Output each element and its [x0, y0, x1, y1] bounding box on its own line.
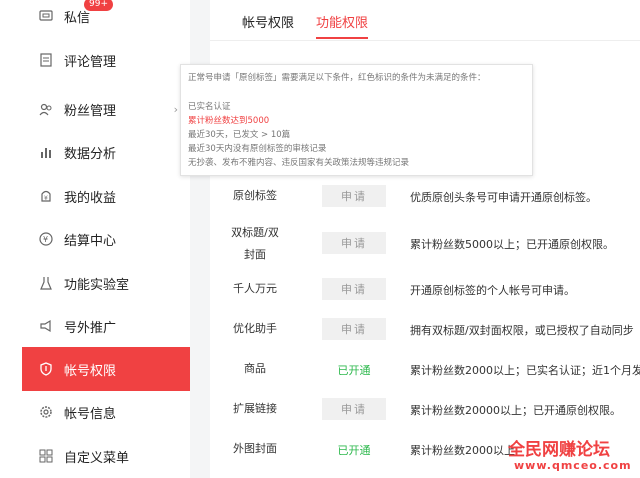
tab-account-permissions[interactable]: 帐号权限 — [242, 12, 294, 31]
watermark-url: www.qmceo.com — [514, 459, 632, 472]
shield-icon — [38, 361, 54, 377]
sidebar-item-label: 帐号权限 — [64, 363, 117, 379]
tooltip-condition: 无抄袭、发布不雅内容、违反国家有关政策法规等违规记录 — [188, 158, 410, 168]
row-name: 外图封面 — [233, 442, 277, 455]
fans-icon — [38, 101, 54, 117]
row-name: 封面 — [244, 248, 266, 261]
gear-icon — [38, 404, 54, 420]
sidebar-item-label: 功能实验室 — [64, 277, 130, 293]
sidebar-item-label: 号外推广 — [64, 320, 117, 336]
row-desc: 累计粉丝数2000以上；已实名认证；近1个月发 — [410, 364, 640, 377]
bar-chart-icon — [38, 144, 54, 160]
tooltip-condition: 已实名认证 — [188, 102, 231, 112]
svg-text:¥: ¥ — [43, 235, 48, 244]
yen-icon: ¥ — [38, 231, 54, 247]
sidebar-item-fans[interactable]: 粉丝管理 › — [22, 87, 190, 131]
sidebar-item-label: 粉丝管理 — [64, 103, 117, 119]
sidebar-item-account-info[interactable]: 帐号信息 — [22, 390, 190, 434]
sidebar-item-settlement[interactable]: ¥ 结算中心 — [22, 217, 190, 261]
active-tab-indicator — [316, 37, 368, 39]
sidebar-item-messages[interactable]: 私信 99+ — [22, 0, 190, 38]
sidebar-item-analytics[interactable]: 数据分析 — [22, 130, 190, 174]
sidebar-item-income[interactable]: ¥ 我的收益 — [22, 174, 190, 218]
apply-button[interactable]: 申请 — [322, 398, 386, 420]
sidebar-item-label: 结算中心 — [64, 233, 117, 249]
sidebar-item-label: 自定义菜单 — [64, 450, 130, 466]
apply-button[interactable]: 申请 — [322, 318, 386, 340]
sidebar-item-label: 数据分析 — [64, 146, 117, 162]
row-name: 商品 — [244, 362, 266, 375]
comment-icon — [38, 52, 54, 68]
row-name: 原创标签 — [233, 189, 277, 202]
row-name: 优化助手 — [233, 322, 277, 335]
sidebar-item-label: 帐号信息 — [64, 406, 117, 422]
apply-button[interactable]: 申请 — [322, 185, 386, 207]
megaphone-icon — [38, 318, 54, 334]
flask-icon — [38, 275, 54, 291]
watermark-title: 全民网赚论坛 — [508, 440, 610, 460]
row-desc: 开通原创标签的个人帐号可申请。 — [410, 284, 575, 297]
chevron-right-icon: › — [173, 102, 178, 116]
row-desc: 累计粉丝数20000以上；已开通原创权限。 — [410, 404, 621, 417]
apply-button[interactable]: 申请 — [322, 278, 386, 300]
svg-text:¥: ¥ — [44, 195, 48, 202]
tooltip-condition: 最近30天内没有原创标签的审核记录 — [188, 144, 327, 154]
sidebar-item-comments[interactable]: 评论管理 — [22, 38, 190, 82]
row-desc: 优质原创头条号可申请开通原创标签。 — [410, 191, 597, 204]
tooltip-condition-unmet: 累计粉丝数达到5000 — [188, 116, 270, 126]
sidebar-item-custom-menu[interactable]: 自定义菜单 — [22, 434, 190, 478]
row-desc: 拥有双标题/双封面权限，或已授权了自动同步 — [410, 324, 634, 337]
tooltip-condition: 最近30天，已发文 > 10篇 — [188, 130, 291, 140]
opened-status: 已开通 — [337, 364, 371, 377]
sidebar-item-account-permissions[interactable]: 帐号权限 — [22, 347, 190, 391]
sidebar-item-label: 评论管理 — [64, 54, 117, 70]
sidebar: 私信 99+ 评论管理 粉丝管理 › 数据分析 ¥ 我的收益 ¥ 结算中心 功能… — [0, 0, 190, 478]
grid-icon — [38, 448, 54, 464]
row-name: 千人万元 — [233, 282, 277, 295]
sidebar-item-label: 我的收益 — [64, 190, 117, 206]
requirements-tooltip: 正常号申请「原创标签」需要满足以下条件，红色标识的条件为未满足的条件： 已实名认… — [180, 64, 533, 176]
row-name: 双标题/双 — [231, 226, 279, 239]
sidebar-item-promotion[interactable]: 号外推广 — [22, 304, 190, 348]
apply-button[interactable]: 申请 — [322, 232, 386, 254]
income-icon: ¥ — [38, 188, 54, 204]
sidebar-item-lab[interactable]: 功能实验室 — [22, 261, 190, 305]
tooltip-intro: 正常号申请「原创标签」需要满足以下条件，红色标识的条件为未满足的条件： — [188, 73, 486, 83]
opened-status: 已开通 — [337, 444, 371, 457]
unread-badge: 99+ — [84, 0, 113, 11]
tab-bar: 帐号权限 功能权限 — [210, 0, 640, 41]
row-name: 扩展链接 — [233, 402, 277, 415]
chat-icon — [38, 8, 54, 24]
row-desc: 累计粉丝数5000以上；已开通原创权限。 — [410, 238, 614, 251]
tab-feature-permissions[interactable]: 功能权限 — [316, 12, 368, 31]
